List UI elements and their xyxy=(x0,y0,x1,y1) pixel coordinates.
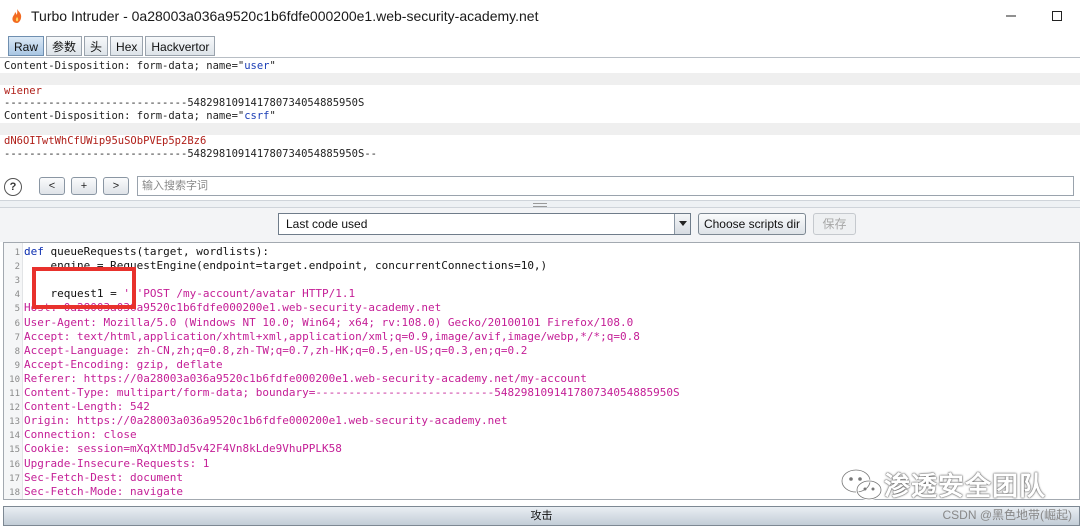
code-token: Sec-Fetch-Mode: navigate xyxy=(24,484,183,498)
code-line: 11 Content-Type: multipart/form-data; bou… xyxy=(4,386,680,400)
search-bar: ? < + > 输入搜索字词 xyxy=(0,172,1080,200)
maximize-icon xyxy=(1052,11,1062,21)
tab-params[interactable]: 参数 xyxy=(46,36,83,56)
line-number: 6 xyxy=(14,318,20,329)
code-token: Content-Length: 542 xyxy=(24,400,150,414)
code-token: def xyxy=(24,245,51,258)
line-number: 4 xyxy=(14,290,20,301)
watermark-text: 渗透安全团队 xyxy=(884,471,1047,501)
code-token: User-Agent: Mozilla/5.0 (Windows NT 10.0… xyxy=(24,315,634,329)
code-line: 15 Cookie: session=mXqXtMDJd5v42F4Vn8kLde… xyxy=(4,442,342,456)
credit-text: CSDN @黑色地带(崛起) xyxy=(942,508,1072,522)
line-number: 14 xyxy=(9,431,20,442)
line-number: 17 xyxy=(9,473,20,484)
code-line: 14 Connection: close xyxy=(4,428,137,442)
tab-hackvertor[interactable]: Hackvertor xyxy=(145,36,216,56)
code-token: Referer: https://0a28003a036a9520c1b6fdf… xyxy=(24,371,587,385)
line-number: 7 xyxy=(14,332,20,343)
code-token: Connection: close xyxy=(24,428,137,442)
code-line: 18 Sec-Fetch-Mode: navigate xyxy=(4,485,183,499)
code-token: '''POST /my-account/avatar HTTP/1.1 xyxy=(123,287,356,301)
request-line-disposition-user: Content-Disposition: form-data; name="us… xyxy=(4,60,276,72)
code-token: Accept: text/html,application/xhtml+xml,… xyxy=(24,329,640,343)
title-bar: Turbo Intruder - 0a28003a036a9520c1b6fdf… xyxy=(0,0,1080,32)
window-title: Turbo Intruder - 0a28003a036a9520c1b6fdf… xyxy=(31,8,539,24)
request-view-tabs: Raw 参数 头 Hex Hackvertor xyxy=(8,36,216,58)
line-number: 2 xyxy=(14,262,20,273)
code-token: Cookie: session=mXqXtMDJd5v42F4Vn8kLde9V… xyxy=(24,442,342,456)
code-line: 8 Accept-Language: zh-CN,zh;q=0.8,zh-TW;q… xyxy=(4,343,528,358)
search-next-button[interactable]: > xyxy=(103,177,129,195)
minimize-icon xyxy=(1006,15,1016,17)
wechat-icon xyxy=(840,468,883,500)
maximize-button[interactable] xyxy=(1034,0,1080,32)
code-token: Accept-Encoding: gzip, deflate xyxy=(24,357,223,371)
code-line: 6 User-Agent: Mozilla/5.0 (Windows NT 10.… xyxy=(4,315,634,330)
code-token: Accept-Language: zh-CN,zh;q=0.8,zh-TW;q=… xyxy=(24,343,528,357)
line-number: 11 xyxy=(9,389,20,399)
line-number: 1 xyxy=(14,248,20,258)
pane-splitter[interactable] xyxy=(0,200,1080,208)
line-number: 13 xyxy=(9,417,20,428)
script-controls: Last code used Choose scripts dir 保存 xyxy=(0,208,1080,242)
code-token: Upgrade-Insecure-Requests: 1 xyxy=(24,456,210,470)
code-line: 17 Sec-Fetch-Dest: document xyxy=(4,471,183,485)
line-number: 16 xyxy=(9,459,20,470)
line-number: 5 xyxy=(14,304,20,315)
code-line: 3 xyxy=(4,273,24,287)
line-number: 18 xyxy=(9,487,20,498)
code-token: Origin: https://0a28003a036a9520c1b6fdfe… xyxy=(24,414,508,428)
script-select-value: Last code used xyxy=(286,217,368,231)
line-number: 9 xyxy=(14,360,20,371)
chevron-down-icon xyxy=(674,214,690,234)
code-line: 16 Upgrade-Insecure-Requests: 1 xyxy=(4,457,209,471)
line-number: 15 xyxy=(9,445,20,456)
code-line: 9 Accept-Encoding: gzip, deflate xyxy=(4,358,223,372)
code-line: 10 Referer: https://0a28003a036a9520c1b6f… xyxy=(4,372,587,386)
line-number: 3 xyxy=(14,276,20,287)
code-token: queueRequests(target, wordlists): xyxy=(50,245,270,258)
raw-request-view[interactable]: Content-Disposition: form-data; name="us… xyxy=(0,58,1080,168)
request-boundary: -----------------------------54829810914… xyxy=(4,97,365,109)
code-line: 7 Accept: text/html,application/xhtml+xml… xyxy=(4,330,640,344)
save-button[interactable]: 保存 xyxy=(813,213,856,235)
splitter-grip-icon xyxy=(533,203,547,207)
burp-flame-icon xyxy=(12,9,22,23)
line-number: 10 xyxy=(9,374,20,385)
search-add-button[interactable]: + xyxy=(71,177,97,195)
code-line: 12 Content-Length: 542 xyxy=(4,400,150,414)
watermark: 渗透安全团队 xyxy=(840,466,1046,503)
tab-raw[interactable]: Raw xyxy=(8,36,45,56)
minimize-button[interactable] xyxy=(988,0,1034,32)
script-editor[interactable]: 1 def queueRequests(target, wordlists): 2 … xyxy=(3,242,1080,500)
search-input[interactable]: 输入搜索字词 xyxy=(137,176,1074,196)
code-token: Content-Type: multipart/form-data; bound… xyxy=(24,386,680,399)
script-select[interactable]: Last code used xyxy=(278,213,691,235)
highlight-annotation-box xyxy=(32,267,136,309)
help-button[interactable]: ? xyxy=(4,178,22,196)
code-line: 1 def queueRequests(target, wordlists): xyxy=(4,245,269,259)
blank-line-shade xyxy=(0,73,1080,85)
line-number: 8 xyxy=(14,346,20,357)
request-line-disposition-csrf: Content-Disposition: form-data; name="cs… xyxy=(4,110,276,122)
request-value-csrf: dN6OITwtWhCfUWip95uSObPVEp5p2Bz6 xyxy=(4,135,207,147)
code-token: Sec-Fetch-Dest: document xyxy=(24,470,183,484)
attack-button[interactable]: 攻击 xyxy=(3,506,1080,526)
choose-scripts-dir-button[interactable]: Choose scripts dir xyxy=(698,213,806,235)
line-number: 12 xyxy=(9,403,20,414)
request-boundary-end: -----------------------------54829810914… xyxy=(4,148,377,160)
code-line: 13 Origin: https://0a28003a036a9520c1b6fd… xyxy=(4,414,507,428)
search-prev-button[interactable]: < xyxy=(39,177,65,195)
tab-headers[interactable]: 头 xyxy=(84,36,109,56)
tab-hex[interactable]: Hex xyxy=(110,36,144,56)
